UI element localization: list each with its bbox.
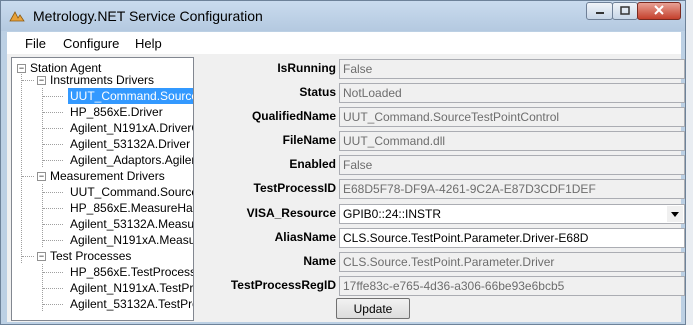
name-field[interactable]: CLS.Source.TestPoint.Parameter.Driver <box>339 252 685 272</box>
tree-root-line <box>21 72 22 263</box>
maximize-button[interactable] <box>612 2 638 20</box>
close-button[interactable] <box>637 2 681 20</box>
title-bar[interactable]: Metrology.NET Service Configuration <box>1 1 685 31</box>
aliasname-input[interactable]: CLS.Source.TestPoint.Parameter.Driver-E6… <box>339 228 685 248</box>
tree-connector <box>43 160 63 161</box>
minimize-button[interactable] <box>586 2 613 20</box>
visa-resource-value: GPIB0::24::INSTR <box>343 207 442 221</box>
collapse-icon[interactable]: − <box>37 172 46 181</box>
tree-item-hp-856xe-driver[interactable]: HP_856xE.Driver <box>70 104 163 120</box>
tree-item-agilent-53132a-measure[interactable]: Agilent_53132A.Measure <box>70 216 193 232</box>
window-title: Metrology.NET Service Configuration <box>33 8 263 24</box>
status-field[interactable]: NotLoaded <box>339 83 685 103</box>
tree-connector <box>43 304 63 305</box>
menu-help[interactable]: Help <box>135 36 162 51</box>
tree-connector <box>43 288 63 289</box>
background-strip <box>686 0 693 325</box>
tree-item-agilent-adaptors[interactable]: Agilent_Adaptors.Agilent_ <box>70 152 193 168</box>
testprocessregid-label: TestProcessRegID <box>230 278 336 292</box>
chevron-down-icon[interactable] <box>667 206 683 222</box>
visa-resource-select[interactable]: GPIB0::24::INSTR <box>339 204 685 224</box>
tree-connector <box>43 96 63 97</box>
station-tree[interactable]: − Station Agent − Instruments Drivers UU… <box>11 57 194 321</box>
close-icon <box>653 2 665 20</box>
testprocessid-field[interactable]: E68D5F78-DF9A-4261-9C2A-E87D3CDF1DEF <box>339 179 685 199</box>
tree-connector <box>22 256 34 257</box>
testprocessid-label: TestProcessID <box>253 181 336 195</box>
isrunning-field[interactable]: False <box>339 59 685 79</box>
main-window: Metrology.NET Service Configuration File… <box>0 0 686 325</box>
tree-connector <box>22 176 34 177</box>
tree-connector <box>43 128 63 129</box>
collapse-icon[interactable]: − <box>17 64 26 73</box>
qualifiedname-label: QualifiedName <box>251 109 336 123</box>
filename-label: FileName <box>282 133 336 147</box>
tree-connector <box>22 80 34 81</box>
tree-item-agilent-53132a-testprocess[interactable]: Agilent_53132A.TestProc <box>70 296 193 312</box>
aliasname-label: AliasName <box>274 230 336 244</box>
minimize-icon <box>595 2 605 20</box>
name-label: Name <box>303 254 336 268</box>
update-button[interactable]: Update <box>336 298 410 319</box>
enabled-label: Enabled <box>289 157 336 171</box>
qualifiedname-field[interactable]: UUT_Command.SourceTestPointControl <box>339 107 685 127</box>
status-label: Status <box>299 85 336 99</box>
maximize-icon <box>620 2 630 20</box>
collapse-icon[interactable]: − <box>37 76 46 85</box>
tree-item-hp-856xe-testprocess[interactable]: HP_856xE.TestProcessM <box>70 264 193 280</box>
tree-group-measurement-drivers[interactable]: Measurement Drivers <box>50 168 165 184</box>
menu-bar: File Configure Help <box>7 32 681 54</box>
tree-connector <box>43 192 63 193</box>
isrunning-label: IsRunning <box>277 61 336 75</box>
filename-field[interactable]: UUT_Command.dll <box>339 131 685 151</box>
testprocessregid-field[interactable]: 17ffe83c-e765-4d36-a306-66be93e6bcb5 <box>339 276 685 296</box>
tree-item-agilent-n191xa-testprocess[interactable]: Agilent_N191xA.TestProc <box>70 280 193 296</box>
tree-group-test-processes[interactable]: Test Processes <box>50 248 131 264</box>
visa-resource-label: VISA_Resource <box>246 206 336 220</box>
enabled-field[interactable]: False <box>339 155 685 175</box>
tree-connector <box>43 208 63 209</box>
tree-item-uut-command-instrument[interactable]: UUT_Command.SourceT <box>68 88 193 104</box>
tree-item-agilent-n191xa-measure[interactable]: Agilent_N191xA.Measure <box>70 232 193 248</box>
tree-connector <box>43 112 63 113</box>
tree-connector <box>43 272 63 273</box>
tree-item-agilent-n191xa-driver[interactable]: Agilent_N191xA.DriverCH <box>70 120 193 136</box>
tree-item-agilent-53132a-driver[interactable]: Agilent_53132A.Driver <box>70 136 190 152</box>
tree-group-instruments-drivers[interactable]: Instruments Drivers <box>50 72 154 88</box>
collapse-icon[interactable]: − <box>37 252 46 261</box>
tree-connector <box>43 144 63 145</box>
app-logo-icon <box>9 9 25 23</box>
tree-item-uut-command-measure[interactable]: UUT_Command.SourceT <box>70 184 193 200</box>
menu-file[interactable]: File <box>25 36 46 51</box>
menu-configure[interactable]: Configure <box>63 36 119 51</box>
tree-group-line <box>42 184 43 247</box>
tree-connector <box>43 240 63 241</box>
client-area: − Station Agent − Instruments Drivers UU… <box>7 54 685 322</box>
tree-item-hp-856xe-measure[interactable]: HP_856xE.MeasureHarm <box>70 200 193 216</box>
tree-connector <box>43 224 63 225</box>
